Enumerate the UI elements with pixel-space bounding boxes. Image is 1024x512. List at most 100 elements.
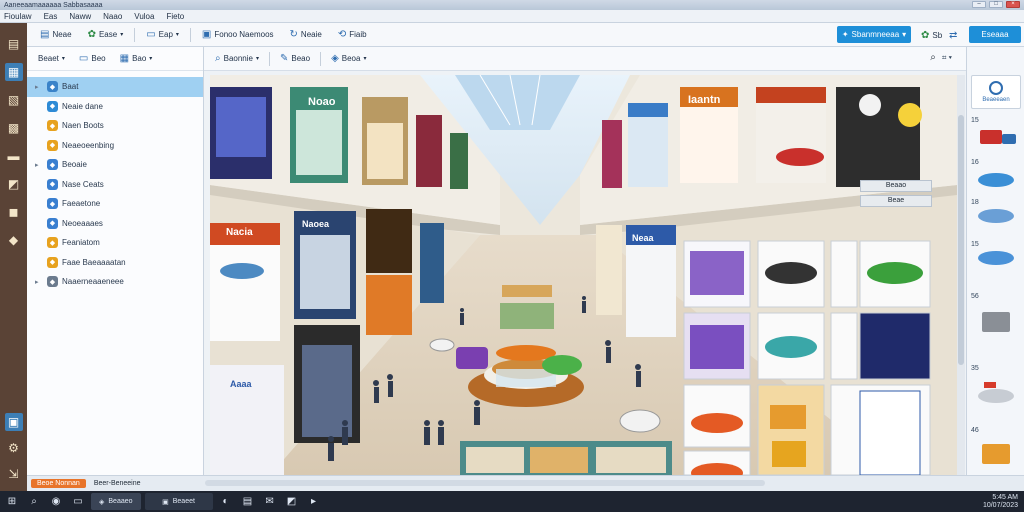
maximize-button[interactable]: □ [989,1,1003,8]
transfer-button[interactable]: ⇄ [944,27,962,43]
media-icon[interactable]: ▧ [5,91,23,109]
new-button[interactable]: ▤ Neae [35,27,77,43]
sb-button[interactable]: ✿ Sb [916,27,947,43]
tree-item[interactable]: ◆ Faae Baeaaaatan [27,253,203,273]
vertical-scrollbar[interactable] [957,75,965,475]
document-icon: ▤ [40,29,50,40]
tree-item[interactable]: ◆ Faeaetone [27,194,203,214]
sb-label: Sb [932,30,943,40]
menu-item-tools[interactable]: Naao [103,12,122,21]
view-toolbar: ⌕ Baonnie ▾ ✎ Beao ◈ Beoa ▾ ⌕ ⌗ ▾ [204,47,966,71]
tree-item[interactable]: ◆ Neaie dane [27,97,203,117]
primary-dropdown-button[interactable]: ✦ Sbanmneeaa ▾ [837,26,911,43]
tree-item-label: Baat [62,82,79,92]
folder-icon: ▣ [201,29,212,40]
main-view: ⌕ Baonnie ▾ ✎ Beao ◈ Beoa ▾ ⌕ ⌗ ▾ Nacia … [204,47,966,475]
close-button[interactable]: × [1006,1,1020,8]
taskbar-app[interactable]: ◈ Beaaeo [91,493,141,510]
image-icon[interactable]: ▦ [4,63,23,81]
menu-item-window[interactable]: Vuloa [134,12,154,21]
scroll-thumb[interactable] [958,115,964,365]
chevron-right-icon[interactable]: ▸ [35,278,43,286]
vehicle-item[interactable] [971,197,1021,233]
right-panel-header-button[interactable]: Beaeeaen [971,75,1021,109]
panels-icon[interactable]: ▤ [5,35,23,53]
menu-item-edit[interactable]: Eas [44,12,58,21]
neaie-button[interactable]: ↻ Neaie [285,27,327,43]
menu-item-file[interactable]: Fioulaw [4,12,32,21]
eap-label: Eap [158,30,173,39]
chrome-icon[interactable]: ◉ [47,493,65,510]
zoom-dropdown[interactable]: ⌗ ▾ [942,53,952,63]
minimize-button[interactable]: – [972,1,986,8]
tree-item-label: Beoaie [62,160,87,170]
clock-time: 5:45 AM [992,494,1018,501]
store-icon[interactable]: ▤ [239,493,257,510]
tree-item[interactable]: ◆ Neaeoeenbing [27,136,203,156]
vehicle-item[interactable] [971,377,1021,413]
folder-icon: ◆ [47,237,58,249]
vehicle-item[interactable] [971,119,1021,155]
export-icon[interactable]: ⇲ [5,465,23,483]
menu-bar: Fioulaw Eas Naww Naao Vuloa Fieto [0,10,1024,23]
edge-icon[interactable]: ◐ [217,493,235,510]
mail-icon[interactable]: ✉ [261,493,279,510]
view-tool-1[interactable]: ⌕ Baonnie ▾ [210,51,264,67]
sidebar-tool-3[interactable]: ▦ Bao ▾ [115,51,158,67]
menu-item-help[interactable]: Fieto [166,12,184,21]
horizontal-scrollbar[interactable] [205,480,765,486]
tree-item[interactable]: ◆ Naen Boots [27,116,203,136]
folder-icon: ◆ [47,198,58,210]
ease-button[interactable]: ✿ Ease ▾ [83,27,129,43]
photos-icon[interactable]: ◩ [283,493,301,510]
tree-item[interactable]: ◆ Neoeaaaes [27,214,203,234]
tree-item[interactable]: ▸ ◆ Naaerneaaeneee [27,272,203,292]
vehicle-item[interactable] [971,435,1021,471]
grid-icon[interactable]: ▩ [5,119,23,137]
tree-item[interactable]: ▸ ◆ Baat [27,77,203,97]
vehicle-item[interactable] [971,303,1021,339]
view-tool-3[interactable]: ◈ Beoa ▾ [326,51,371,67]
menu-item-view[interactable]: Naww [69,12,91,21]
tree-item[interactable]: ◆ Feaniatom [27,233,203,253]
start-button[interactable]: ⊞ [3,493,21,510]
tree-item[interactable]: ◆ Nase Ceats [27,175,203,195]
overlay-label[interactable]: Beae [860,195,932,207]
tree-item-label: Faae Baeaaaatan [62,257,126,267]
fonoo-button[interactable]: ▣ Fonoo Naemoos [197,27,279,43]
folder-icon[interactable]: ▭ [69,493,87,510]
box-icon[interactable]: ◼ [5,203,23,221]
chevron-right-icon[interactable]: ▸ [35,83,43,91]
tree-item[interactable]: ▸ ◆ Beoaie [27,155,203,175]
fiaib-button[interactable]: ⟲ Fiaib [333,27,372,43]
cube-icon[interactable]: ◆ [5,231,23,249]
terminal-icon[interactable]: ▸ [305,493,323,510]
settings-icon[interactable]: ⚙ [5,439,23,457]
right-action-button[interactable]: Eseaaa [969,26,1021,43]
sidebar-tool-1[interactable]: Beaet ▾ [33,51,70,67]
stack-icon[interactable]: ▬ [5,147,23,165]
eap-button[interactable]: ▭ Eap ▾ [141,27,184,43]
grid-icon: ▦ [119,53,130,64]
chevron-right-icon[interactable]: ▸ [35,161,43,169]
search-icon[interactable]: ⌕ [25,493,43,510]
taskbar-app-label: Beaaeo [108,498,133,505]
refresh-icon: ↻ [289,29,298,40]
palette-icon[interactable]: ◩ [5,175,23,193]
layers-icon[interactable]: ▣ [4,413,23,431]
system-clock[interactable]: 5:45 AM 10/07/2023 [983,494,1018,510]
tree-item-label: Neoeaaaes [62,218,103,228]
store-sign: Nacia [226,227,253,238]
new-label: Neae [52,30,72,39]
overlay-label[interactable]: Beaao [860,180,932,192]
search-icon[interactable]: ⌕ [930,52,936,63]
vehicle-item[interactable] [971,161,1021,197]
title-bar: Aaneeaamaaaaaa Sabbasaaaa – □ × [0,0,1024,10]
vehicle-item[interactable] [971,239,1021,275]
tree-item-label: Naaerneaaeneee [62,277,124,287]
leaf-icon: ✿ [87,29,96,40]
status-badge[interactable]: Beoe Nonnan [31,479,86,488]
view-tool-2[interactable]: ✎ Beao [275,51,315,67]
sidebar-tool-2[interactable]: ▭ Beo [74,51,111,67]
taskbar-app[interactable]: ▣ Beaeet [144,493,213,510]
